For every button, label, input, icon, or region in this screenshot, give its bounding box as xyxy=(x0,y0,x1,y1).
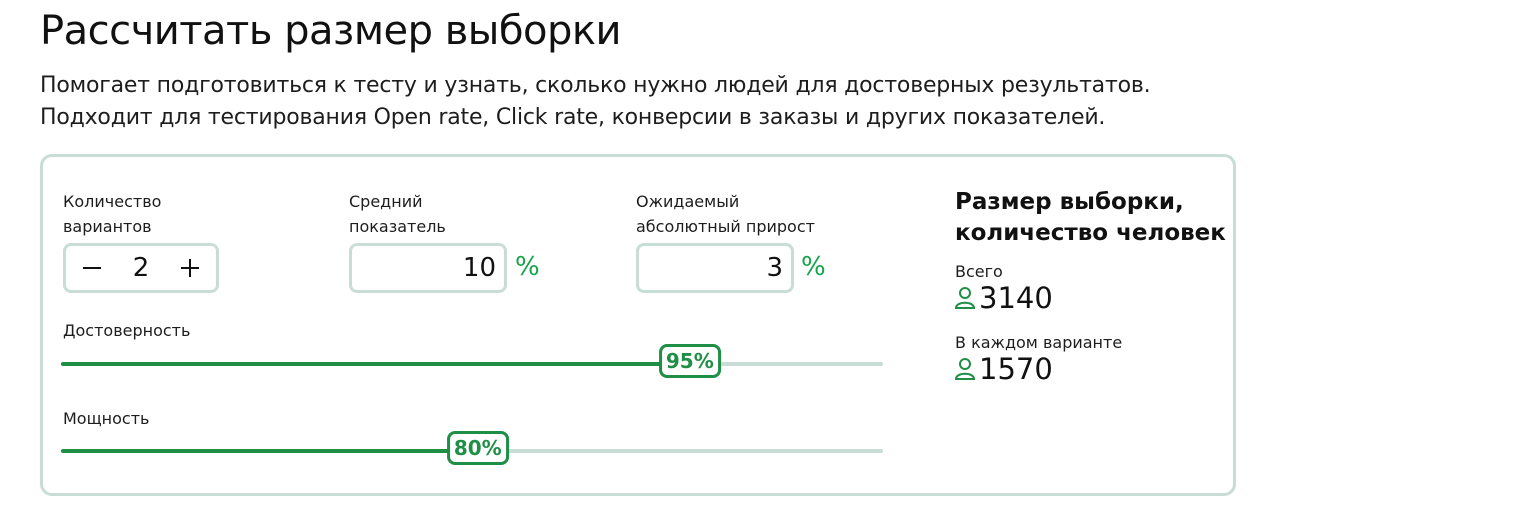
confidence-slider-fill xyxy=(61,362,690,366)
increment-button[interactable] xyxy=(174,252,206,284)
average-unit: % xyxy=(515,252,540,282)
result-title: Размер выборки, количество человек xyxy=(955,187,1226,249)
total-label: Всего xyxy=(955,262,1003,281)
average-label-line-1: Средний xyxy=(349,192,423,211)
variants-label-line-1: Количество xyxy=(63,192,162,211)
power-label: Мощность xyxy=(63,409,150,428)
power-slider[interactable]: 80% xyxy=(61,431,883,465)
total-value-row: 3140 xyxy=(953,281,1053,315)
variants-value[interactable]: 2 xyxy=(133,253,150,283)
confidence-label: Достоверность xyxy=(63,321,191,340)
page-description: Помогает подготовиться к тесту и узнать,… xyxy=(40,70,1151,134)
confidence-slider[interactable]: 95% xyxy=(61,344,883,378)
description-line-1: Помогает подготовиться к тесту и узнать,… xyxy=(40,73,1151,98)
confidence-slider-thumb[interactable]: 95% xyxy=(658,344,721,378)
description-line-2: Подходит для тестирования Open rate, Cli… xyxy=(40,105,1106,130)
decrement-button[interactable] xyxy=(76,252,108,284)
result-title-line-2: количество человек xyxy=(955,220,1226,246)
variants-stepper: 2 xyxy=(63,243,219,293)
per-variant-label: В каждом варианте xyxy=(955,333,1123,352)
growth-label-line-1: Ожидаемый xyxy=(636,192,740,211)
growth-input[interactable]: 3 xyxy=(636,243,794,293)
average-label: Средний показатель xyxy=(349,189,446,239)
total-value: 3140 xyxy=(979,281,1053,315)
growth-label: Ожидаемый абсолютный прирост xyxy=(636,189,815,239)
per-variant-value-row: 1570 xyxy=(953,352,1053,386)
power-slider-thumb[interactable]: 80% xyxy=(446,431,509,465)
page: Рассчитать размер выборки Помогает подго… xyxy=(0,0,1520,513)
minus-icon xyxy=(83,267,101,269)
per-variant-value: 1570 xyxy=(979,352,1053,386)
person-icon xyxy=(954,358,976,380)
growth-unit: % xyxy=(801,252,826,282)
average-label-line-2: показатель xyxy=(349,217,446,236)
variants-label: Количество вариантов xyxy=(63,189,161,239)
growth-label-line-2: абсолютный прирост xyxy=(636,217,815,236)
person-icon xyxy=(954,287,976,309)
variants-label-line-2: вариантов xyxy=(63,217,152,236)
average-input[interactable]: 10 xyxy=(349,243,507,293)
power-slider-fill xyxy=(61,449,478,453)
page-title: Рассчитать размер выборки xyxy=(40,8,622,54)
result-title-line-1: Размер выборки, xyxy=(955,189,1184,215)
plus-icon xyxy=(180,259,199,277)
calculator-card: Количество вариантов 2 Средний показател… xyxy=(40,154,1236,496)
